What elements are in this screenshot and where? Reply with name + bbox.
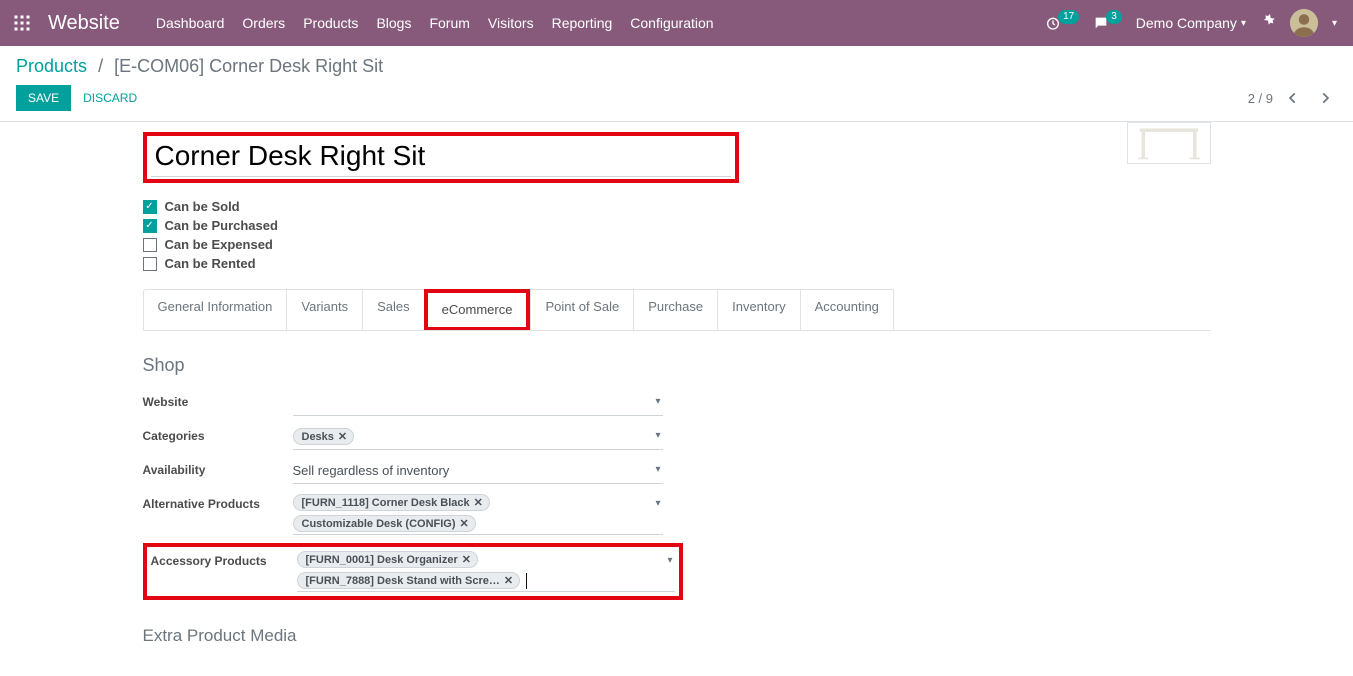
tab-inventory[interactable]: Inventory bbox=[717, 289, 800, 330]
chat-count: 3 bbox=[1106, 10, 1122, 24]
availability-value: Sell regardless of inventory bbox=[293, 463, 450, 478]
can-be-purchased-label: Can be Purchased bbox=[165, 218, 278, 233]
alt-product-tag[interactable]: Customizable Desk (CONFIG) ✕ bbox=[293, 515, 476, 532]
menu-dashboard[interactable]: Dashboard bbox=[156, 15, 225, 31]
availability-label: Availability bbox=[143, 458, 293, 477]
chevron-down-icon: ▾ bbox=[1241, 18, 1246, 29]
can-be-expensed-label: Can be Expensed bbox=[165, 237, 273, 252]
discard-button[interactable]: DISCARD bbox=[83, 91, 137, 105]
section-title-extra-media: Extra Product Media bbox=[143, 626, 1211, 646]
timer-count: 17 bbox=[1058, 10, 1079, 24]
availability-field[interactable]: Sell regardless of inventory ▾ bbox=[293, 458, 663, 484]
tab-accounting[interactable]: Accounting bbox=[800, 289, 894, 330]
breadcrumb-root[interactable]: Products bbox=[16, 56, 87, 76]
breadcrumb-sep: / bbox=[98, 56, 103, 76]
can-be-expensed-checkbox[interactable] bbox=[143, 238, 157, 252]
dropdown-caret-icon: ▾ bbox=[667, 555, 672, 566]
breadcrumb-current: [E-COM06] Corner Desk Right Sit bbox=[114, 56, 383, 76]
alt-product-tag[interactable]: [FURN_1118] Corner Desk Black ✕ bbox=[293, 494, 490, 511]
website-label: Website bbox=[143, 390, 293, 409]
acc-product-tag[interactable]: [FURN_0001] Desk Organizer ✕ bbox=[297, 551, 478, 568]
tab-ecommerce[interactable]: eCommerce bbox=[428, 293, 527, 326]
menu-blogs[interactable]: Blogs bbox=[376, 15, 411, 31]
tag-remove-icon[interactable]: ✕ bbox=[460, 517, 469, 530]
top-navbar: Website Dashboard Orders Products Blogs … bbox=[0, 0, 1353, 46]
product-name-input[interactable] bbox=[151, 138, 731, 177]
website-field[interactable]: ▾ bbox=[293, 390, 663, 416]
menu-forum[interactable]: Forum bbox=[429, 15, 469, 31]
tab-pos[interactable]: Point of Sale bbox=[530, 289, 634, 330]
shop-form: Website ▾ Categories Desks ✕ ▾ Availabil… bbox=[143, 386, 663, 539]
can-be-rented-checkbox[interactable] bbox=[143, 257, 157, 271]
tab-general[interactable]: General Information bbox=[143, 289, 288, 330]
tag-remove-icon[interactable]: ✕ bbox=[474, 496, 483, 509]
user-avatar[interactable] bbox=[1290, 9, 1318, 37]
can-be-sold-label: Can be Sold bbox=[165, 199, 240, 214]
tab-bar: General Information Variants Sales eComm… bbox=[143, 289, 1211, 331]
flag-list: Can be Sold Can be Purchased Can be Expe… bbox=[143, 199, 1211, 271]
main-menu: Dashboard Orders Products Blogs Forum Vi… bbox=[156, 15, 714, 31]
can-be-rented-label: Can be Rented bbox=[165, 256, 256, 271]
acc-product-tag[interactable]: [FURN_7888] Desk Stand with Scre… ✕ bbox=[297, 572, 521, 589]
tag-remove-icon[interactable]: ✕ bbox=[504, 574, 513, 587]
tab-sales[interactable]: Sales bbox=[362, 289, 425, 330]
acc-products-label: Accessory Products bbox=[151, 549, 297, 568]
menu-configuration[interactable]: Configuration bbox=[630, 15, 713, 31]
tab-purchase[interactable]: Purchase bbox=[633, 289, 718, 330]
acc-product-tag-label: [FURN_7888] Desk Stand with Scre… bbox=[306, 575, 500, 587]
dropdown-caret-icon: ▾ bbox=[655, 396, 660, 407]
navbar-right: 17 3 Demo Company ▾ ▾ bbox=[1045, 9, 1337, 37]
menu-reporting[interactable]: Reporting bbox=[552, 15, 613, 31]
tag-remove-icon[interactable]: ✕ bbox=[462, 553, 471, 566]
alt-products-label: Alternative Products bbox=[143, 492, 293, 511]
dropdown-caret-icon: ▾ bbox=[655, 498, 660, 509]
control-bar: Products / [E-COM06] Corner Desk Right S… bbox=[0, 46, 1353, 122]
apps-icon[interactable] bbox=[8, 9, 36, 37]
text-cursor bbox=[526, 573, 527, 589]
menu-products[interactable]: Products bbox=[303, 15, 358, 31]
category-tag-label: Desks bbox=[302, 431, 334, 443]
user-caret-icon[interactable]: ▾ bbox=[1332, 18, 1337, 29]
acc-product-tag-label: [FURN_0001] Desk Organizer bbox=[306, 554, 458, 566]
pager-prev-icon[interactable] bbox=[1281, 86, 1305, 110]
dropdown-caret-icon: ▾ bbox=[655, 464, 660, 475]
category-tag[interactable]: Desks ✕ bbox=[293, 428, 355, 445]
accessory-highlight: Accessory Products [FURN_0001] Desk Orga… bbox=[143, 543, 683, 600]
acc-products-field[interactable]: [FURN_0001] Desk Organizer ✕ [FURN_7888]… bbox=[297, 549, 675, 592]
can-be-purchased-checkbox[interactable] bbox=[143, 219, 157, 233]
company-name: Demo Company bbox=[1136, 15, 1237, 31]
timer-badge[interactable]: 17 bbox=[1045, 15, 1079, 31]
save-button[interactable]: SAVE bbox=[16, 85, 71, 111]
menu-orders[interactable]: Orders bbox=[242, 15, 285, 31]
pager-text: 2 / 9 bbox=[1248, 91, 1273, 106]
can-be-sold-checkbox[interactable] bbox=[143, 200, 157, 214]
company-switcher[interactable]: Demo Company ▾ bbox=[1136, 15, 1246, 31]
chat-badge[interactable]: 3 bbox=[1093, 15, 1122, 31]
title-highlight bbox=[143, 132, 739, 183]
pager-next-icon[interactable] bbox=[1313, 86, 1337, 110]
pager: 2 / 9 bbox=[1248, 86, 1337, 110]
alt-product-tag-label: [FURN_1118] Corner Desk Black bbox=[302, 497, 470, 509]
brand[interactable]: Website bbox=[48, 12, 120, 35]
tag-remove-icon[interactable]: ✕ bbox=[338, 430, 347, 443]
form-sheet: Can be Sold Can be Purchased Can be Expe… bbox=[127, 122, 1227, 676]
alt-product-tag-label: Customizable Desk (CONFIG) bbox=[302, 518, 456, 530]
menu-visitors[interactable]: Visitors bbox=[488, 15, 534, 31]
categories-label: Categories bbox=[143, 424, 293, 443]
breadcrumb: Products / [E-COM06] Corner Desk Right S… bbox=[16, 56, 1337, 77]
alt-products-field[interactable]: [FURN_1118] Corner Desk Black ✕ Customiz… bbox=[293, 492, 663, 535]
categories-field[interactable]: Desks ✕ ▾ bbox=[293, 424, 663, 450]
tab-ecommerce-highlight: eCommerce bbox=[424, 289, 531, 330]
dropdown-caret-icon: ▾ bbox=[655, 430, 660, 441]
debug-icon[interactable] bbox=[1260, 14, 1276, 33]
product-image[interactable] bbox=[1127, 122, 1211, 164]
tab-variants[interactable]: Variants bbox=[286, 289, 363, 330]
section-title-shop: Shop bbox=[143, 355, 1211, 376]
